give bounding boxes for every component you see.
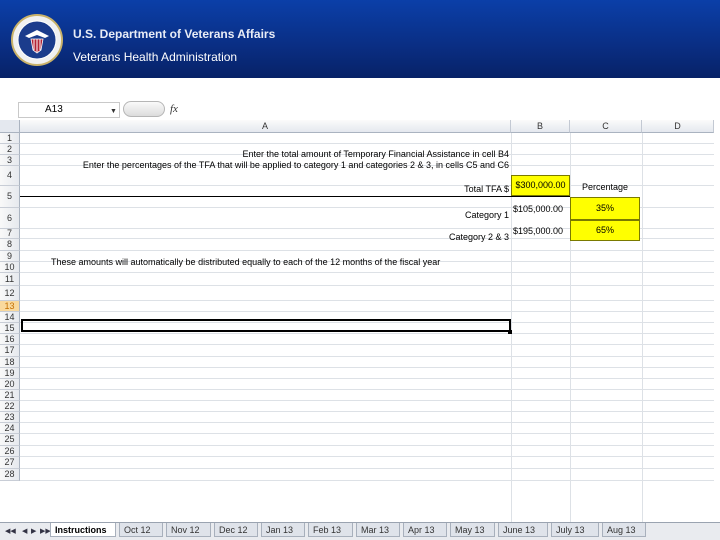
next-sheet-icon[interactable]: ▶ [31, 527, 36, 535]
sheet-tab-july-13[interactable]: July 13 [551, 523, 599, 537]
row-header-27[interactable]: 27 [0, 457, 20, 469]
row-header-13[interactable]: 13 [0, 301, 20, 312]
row-header-18[interactable]: 18 [0, 357, 20, 368]
cell-c4[interactable]: Percentage [582, 182, 628, 192]
cell-a3[interactable]: Enter the percentages of the TFA that wi… [22, 160, 509, 170]
row-header-9[interactable]: 9 [0, 251, 20, 262]
row-header-14[interactable]: 14 [0, 312, 20, 323]
cell-a8[interactable]: These amounts will automatically be dist… [51, 257, 440, 267]
row-gridline [20, 344, 714, 345]
row-gridline [20, 456, 714, 457]
row-gridline [20, 480, 714, 481]
row-header-7[interactable]: 7 [0, 229, 20, 239]
row-gridline [20, 367, 714, 368]
column-gridline [642, 133, 643, 522]
select-all-corner[interactable] [0, 120, 20, 133]
row-header-28[interactable]: 28 [0, 469, 20, 481]
cell-c5[interactable]: 35% [570, 197, 640, 220]
cell-a4[interactable]: Total TFA $ [22, 184, 509, 194]
sheet-tab-june-13[interactable]: June 13 [498, 523, 548, 537]
row-header-11[interactable]: 11 [0, 273, 20, 286]
sheet-tab-apr-13[interactable]: Apr 13 [403, 523, 447, 537]
row-header-6[interactable]: 6 [0, 208, 20, 229]
row-header-21[interactable]: 21 [0, 390, 20, 401]
row-gridline [20, 272, 714, 273]
column-header-d[interactable]: D [642, 120, 714, 133]
row-gridline [20, 411, 714, 412]
org-subtitle: Veterans Health Administration [73, 50, 238, 64]
cell-b5[interactable]: $105,000.00 [513, 204, 563, 214]
header-banner: U.S. Department of Veterans Affairs Vete… [0, 0, 720, 78]
cell-a5[interactable]: Category 1 [22, 210, 509, 220]
row-gridline [20, 400, 714, 401]
name-box-dropdown-icon[interactable]: ▼ [110, 108, 117, 115]
formula-bar: A13 ▼ fx [0, 100, 720, 120]
sheet-tab-dec-12[interactable]: Dec 12 [214, 523, 258, 537]
cell-b6[interactable]: $195,000.00 [513, 226, 563, 236]
row-gridline [20, 389, 714, 390]
row-gridline [20, 468, 714, 469]
row-header-1[interactable]: 1 [0, 133, 20, 144]
worksheet-grid[interactable]: A B C D 1 2 3 4 5 6 7 8 9 10 11 12 13 14 15 16 17 18 19 20 2… [0, 120, 714, 522]
cell-a2[interactable]: Enter the total amount of Temporary Fina… [22, 149, 509, 159]
sheet-tab-aug-13[interactable]: Aug 13 [602, 523, 646, 537]
cell-b4[interactable]: $300,000.00 [511, 175, 570, 196]
row-gridline [20, 300, 714, 301]
first-sheet-icon[interactable]: ◀◀ [5, 527, 16, 535]
row-header-3[interactable]: 3 [0, 155, 20, 166]
sheet-tab-mar-13[interactable]: Mar 13 [356, 523, 400, 537]
row-gridline [20, 422, 714, 423]
row-header-25[interactable]: 25 [0, 434, 20, 446]
name-box[interactable]: A13 [18, 102, 120, 118]
row-header-10[interactable]: 10 [0, 262, 20, 273]
sheet-tab-nov-12[interactable]: Nov 12 [166, 523, 211, 537]
row-gridline [20, 285, 714, 286]
row-gridline [20, 333, 714, 334]
selected-cell-a13[interactable] [21, 319, 511, 332]
row-gridline [20, 445, 714, 446]
column-header-c[interactable]: C [570, 120, 642, 133]
sheet-tab-bar: ◀◀ ◀ ▶ ▶▶ Instructions Oct 12 Nov 12 Dec 12… [0, 522, 720, 540]
row-header-12[interactable]: 12 [0, 286, 20, 301]
row-header-23[interactable]: 23 [0, 412, 20, 423]
va-seal-icon [11, 14, 63, 66]
column-header-a[interactable]: A [20, 120, 511, 133]
sheet-tab-oct-12[interactable]: Oct 12 [119, 523, 163, 537]
row-gridline [20, 356, 714, 357]
insert-function-icon[interactable]: fx [170, 103, 178, 115]
row-header-20[interactable]: 20 [0, 379, 20, 390]
row-5-border [20, 196, 570, 197]
row-header-19[interactable]: 19 [0, 368, 20, 379]
sheet-tab-instructions[interactable]: Instructions [50, 523, 116, 537]
column-header-b[interactable]: B [511, 120, 570, 133]
row-header-5[interactable]: 5 [0, 186, 20, 208]
cell-a6[interactable]: Category 2 & 3 [22, 232, 509, 242]
row-gridline [20, 311, 714, 312]
row-header-24[interactable]: 24 [0, 423, 20, 434]
sheet-tab-jan-13[interactable]: Jan 13 [261, 523, 305, 537]
row-header-17[interactable]: 17 [0, 345, 20, 357]
row-header-15[interactable]: 15 [0, 323, 20, 334]
row-header-26[interactable]: 26 [0, 446, 20, 457]
formula-controls[interactable] [123, 101, 165, 117]
row-gridline [20, 378, 714, 379]
org-name: U.S. Department of Veterans Affairs [73, 27, 276, 41]
row-gridline [20, 433, 714, 434]
column-gridline [570, 133, 571, 522]
row-header-8[interactable]: 8 [0, 239, 20, 251]
row-header-2[interactable]: 2 [0, 144, 20, 155]
fill-handle[interactable] [508, 330, 512, 334]
sheet-tab-may-13[interactable]: May 13 [450, 523, 495, 537]
row-header-4[interactable]: 4 [0, 166, 20, 186]
row-header-16[interactable]: 16 [0, 334, 20, 345]
row-gridline [20, 250, 714, 251]
row-gridline [20, 143, 714, 144]
cell-c6[interactable]: 65% [570, 220, 640, 241]
sheet-tab-feb-13[interactable]: Feb 13 [308, 523, 353, 537]
prev-sheet-icon[interactable]: ◀ [22, 527, 27, 535]
row-header-22[interactable]: 22 [0, 401, 20, 412]
